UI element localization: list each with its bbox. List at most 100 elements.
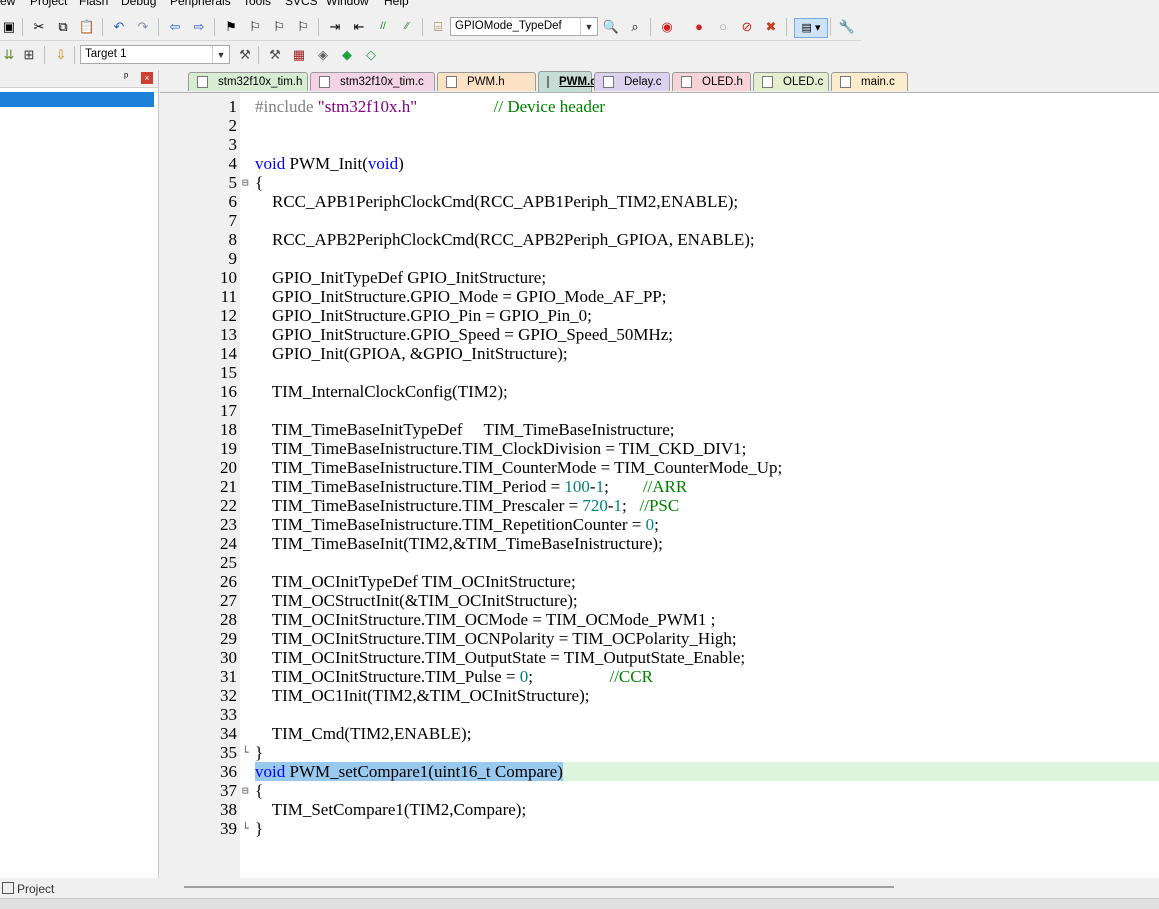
debug-session-icon[interactable]: ◉: [658, 18, 676, 36]
tab-main-c[interactable]: main.c: [831, 72, 908, 91]
code-line[interactable]: 2: [160, 116, 1159, 135]
code-line[interactable]: 13 GPIO_InitStructure.GPIO_Speed = GPIO_…: [160, 325, 1159, 344]
fold-collapse-icon[interactable]: ⊟: [242, 173, 253, 192]
code-line[interactable]: 14 GPIO_Init(GPIOA, &GPIO_InitStructure)…: [160, 344, 1159, 363]
code-line[interactable]: 5 ⊟{: [160, 173, 1159, 192]
options-for-target-icon[interactable]: ⚒: [266, 46, 284, 64]
code-line[interactable]: 23 TIM_TimeBaseInistructure.TIM_Repetiti…: [160, 515, 1159, 534]
code-line[interactable]: 8 RCC_APB2PeriphClockCmd(RCC_APB2Periph_…: [160, 230, 1159, 249]
close-panel-button[interactable]: ×: [141, 72, 153, 84]
code-line[interactable]: 12 GPIO_InitStructure.GPIO_Pin = GPIO_Pi…: [160, 306, 1159, 325]
options-for-target-icon[interactable]: ⚒: [236, 46, 254, 64]
rebuild-icon[interactable]: ⊞: [20, 46, 38, 64]
build-icon[interactable]: ⇊: [0, 46, 18, 64]
paste-icon[interactable]: 📋: [78, 18, 96, 36]
menu-item-window[interactable]: Window: [326, 0, 369, 8]
tab-stm32f10x_tim-c[interactable]: stm32f10x_tim.c: [310, 72, 435, 91]
horizontal-scrollbar[interactable]: [160, 878, 1159, 898]
fold-collapse-icon[interactable]: ⊟: [242, 781, 253, 800]
menu-item-svcs[interactable]: SVCS: [285, 0, 318, 8]
find-combo[interactable]: GPIOMode_TypeDef ▼: [450, 17, 598, 36]
chevron-down-icon[interactable]: ▼: [580, 18, 597, 35]
tab-pwm-h[interactable]: PWM.h: [437, 72, 536, 91]
chevron-down-icon[interactable]: ▼: [212, 46, 229, 63]
pack-installer-icon[interactable]: ◇: [362, 46, 380, 64]
code-line[interactable]: 28 TIM_OCInitStructure.TIM_OCMode = TIM_…: [160, 610, 1159, 629]
code-line[interactable]: 32 TIM_OC1Init(TIM2,&TIM_OCInitStructure…: [160, 686, 1159, 705]
undo-icon[interactable]: ↶: [110, 18, 128, 36]
code-line[interactable]: 27 TIM_OCStructInit(&TIM_OCInitStructure…: [160, 591, 1159, 610]
target-select[interactable]: Target 1 ▼: [80, 45, 230, 64]
menu-item-help[interactable]: Help: [384, 0, 409, 8]
cut-icon[interactable]: ✂: [30, 18, 48, 36]
next-bookmark-icon[interactable]: ⚐: [270, 18, 288, 36]
find-in-files-icon[interactable]: 🔍: [602, 18, 620, 36]
code-line[interactable]: 3: [160, 135, 1159, 154]
code-line[interactable]: 17: [160, 401, 1159, 420]
download-icon[interactable]: ⇩: [52, 46, 70, 64]
redo-icon[interactable]: ↷: [134, 18, 152, 36]
select-packs-icon[interactable]: ◈: [314, 46, 332, 64]
code-editor[interactable]: 1 #include "stm32f10x.h" // Device header…: [160, 93, 1159, 878]
code-line[interactable]: 33: [160, 705, 1159, 724]
code-line[interactable]: 7: [160, 211, 1159, 230]
menu-item-peripherals[interactable]: Peripherals: [170, 0, 231, 8]
menu-item-project[interactable]: Project: [30, 0, 67, 8]
code-line[interactable]: 4 void PWM_Init(void): [160, 154, 1159, 173]
window-layout-icon[interactable]: ▤ ▾: [794, 18, 828, 38]
code-line[interactable]: 6 RCC_APB1PeriphClockCmd(RCC_APB1Periph_…: [160, 192, 1159, 211]
prev-bookmark-icon[interactable]: ⚐: [246, 18, 264, 36]
code-line[interactable]: 24 TIM_TimeBaseInit(TIM2,&TIM_TimeBaseIn…: [160, 534, 1159, 553]
code-line[interactable]: 35 └}: [160, 743, 1159, 762]
comment-icon[interactable]: //: [374, 18, 392, 36]
clear-bookmarks-icon[interactable]: ⚐: [294, 18, 312, 36]
code-line[interactable]: 31 TIM_OCInitStructure.TIM_Pulse = 0; //…: [160, 667, 1159, 686]
manage-runtime-icon[interactable]: ◆: [338, 46, 356, 64]
kill-all-icon[interactable]: ✖: [762, 18, 780, 36]
code-line[interactable]: 30 TIM_OCInitStructure.TIM_OutputState =…: [160, 648, 1159, 667]
breakpoint-icon[interactable]: ●: [690, 18, 708, 36]
menu-item-debug[interactable]: Debug: [121, 0, 156, 8]
code-line[interactable]: 20 TIM_TimeBaseInistructure.TIM_CounterM…: [160, 458, 1159, 477]
tab-oled-h[interactable]: OLED.h: [672, 72, 751, 91]
code-line[interactable]: 39 └}: [160, 819, 1159, 838]
scrollbar-thumb[interactable]: [184, 886, 894, 888]
manage-project-items-icon[interactable]: ▦: [290, 46, 308, 64]
disable-breakpoint-icon[interactable]: ○: [714, 18, 732, 36]
tab-pwm-c[interactable]: PWM.c: [538, 71, 597, 92]
tab-delay-c[interactable]: Delay.c: [594, 72, 670, 91]
nav-back-icon[interactable]: ⇦: [166, 18, 184, 36]
code-line[interactable]: 10 GPIO_InitTypeDef GPIO_InitStructure;: [160, 268, 1159, 287]
indent-icon[interactable]: ⇥: [326, 18, 344, 36]
code-line[interactable]: 15: [160, 363, 1159, 382]
code-line[interactable]: 29 TIM_OCInitStructure.TIM_OCNPolarity =…: [160, 629, 1159, 648]
code-line[interactable]: 1 #include "stm32f10x.h" // Device header: [160, 97, 1159, 116]
nav-forward-icon[interactable]: ⇨: [190, 18, 208, 36]
code-line[interactable]: 38 TIM_SetCompare1(TIM2,Compare);: [160, 800, 1159, 819]
uncomment-icon[interactable]: ⁄⁄: [398, 18, 416, 36]
tab-oled-c[interactable]: OLED.c: [753, 72, 829, 91]
configure-icon[interactable]: 🔧: [838, 18, 856, 36]
tab-stm32f10x_tim-h[interactable]: stm32f10x_tim.h: [188, 72, 308, 91]
project-tree-selected-item[interactable]: [0, 92, 154, 107]
menu-item-tools[interactable]: Tools: [243, 0, 271, 8]
code-line[interactable]: 34 TIM_Cmd(TIM2,ENABLE);: [160, 724, 1159, 743]
menu-item-flash[interactable]: Flash: [79, 0, 108, 8]
project-tab[interactable]: Project: [2, 882, 54, 896]
code-line[interactable]: 21 TIM_TimeBaseInistructure.TIM_Period =…: [160, 477, 1159, 496]
code-line[interactable]: 25: [160, 553, 1159, 572]
code-line[interactable]: 36 void PWM_setCompare1(uint16_t Compare): [160, 762, 1159, 781]
unindent-icon[interactable]: ⇤: [350, 18, 368, 36]
incremental-find-icon[interactable]: ⌕: [626, 18, 644, 36]
code-line[interactable]: 19 TIM_TimeBaseInistructure.TIM_ClockDiv…: [160, 439, 1159, 458]
pin-icon[interactable]: ᵖ: [124, 71, 128, 83]
kill-breakpoints-icon[interactable]: ⊘: [738, 18, 756, 36]
bookmark-icon[interactable]: ⚑: [222, 18, 240, 36]
code-line[interactable]: 26 TIM_OCInitTypeDef TIM_OCInitStructure…: [160, 572, 1159, 591]
code-line[interactable]: 16 TIM_InternalClockConfig(TIM2);: [160, 382, 1159, 401]
code-line[interactable]: 18 TIM_TimeBaseInitTypeDef TIM_TimeBaseI…: [160, 420, 1159, 439]
code-line[interactable]: 37 ⊟{: [160, 781, 1159, 800]
menu-item-ew[interactable]: ew: [0, 0, 15, 8]
code-line[interactable]: 11 GPIO_InitStructure.GPIO_Mode = GPIO_M…: [160, 287, 1159, 306]
code-line[interactable]: 22 TIM_TimeBaseInistructure.TIM_Prescale…: [160, 496, 1159, 515]
